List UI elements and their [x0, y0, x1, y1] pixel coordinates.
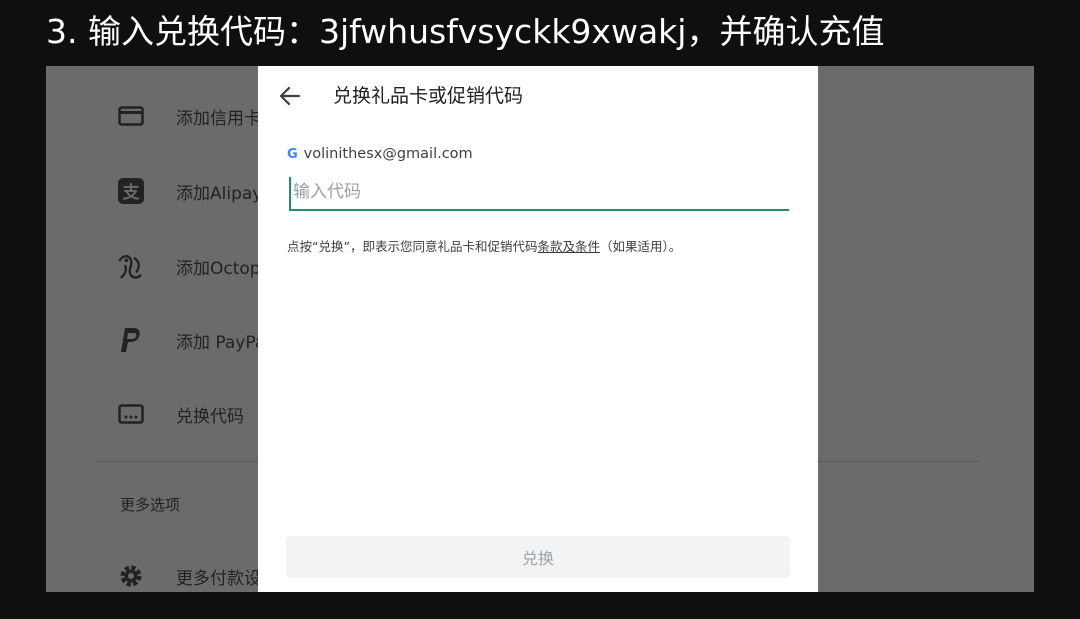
dialog-title: 兑换礼品卡或促销代码 — [333, 85, 524, 107]
menu-item-more-payment-settings[interactable]: 更多付款设置 — [116, 556, 278, 592]
svg-text:支: 支 — [123, 182, 141, 203]
back-button[interactable] — [276, 82, 304, 110]
menu-item-label: 添加 PayPal — [176, 332, 270, 353]
section-title-more-options: 更多选项 — [120, 496, 181, 514]
menu-item-add-alipay[interactable]: 支 添加Alipay — [116, 171, 262, 211]
menu-item-label: 添加信用卡 — [176, 108, 261, 129]
credit-card-icon — [116, 101, 146, 131]
menu-item-label: 添加Alipay — [176, 183, 263, 204]
terms-prefix: 点按“兑换”，即表示您同意礼品卡和促销代码 — [287, 239, 538, 254]
arrow-back-icon — [279, 86, 301, 106]
octopus-icon — [116, 251, 146, 281]
gear-icon — [116, 561, 146, 591]
google-icon: G — [287, 146, 298, 162]
account-email: volinithesx@gmail.com — [303, 146, 473, 162]
account-row: G volinithesx@gmail.com — [287, 146, 473, 162]
menu-item-redeem-code[interactable]: 兑换代码 — [116, 394, 244, 434]
terms-link[interactable]: 条款及条件 — [537, 239, 600, 254]
menu-item-add-octopus[interactable]: 添加Octopus — [116, 246, 280, 286]
redeem-code-icon — [116, 399, 146, 429]
redeem-code-dialog: 兑换礼品卡或促销代码 G volinithesx@gmail.com 点按“兑换… — [258, 66, 818, 592]
alipay-icon: 支 — [116, 176, 146, 206]
menu-item-add-credit-card[interactable]: 添加信用卡 — [116, 96, 261, 136]
terms-suffix: （如果适用）。 — [599, 239, 682, 254]
redeem-code-input[interactable] — [289, 177, 789, 211]
menu-item-label: 兑换代码 — [176, 406, 244, 427]
paypal-icon — [116, 325, 146, 355]
menu-item-add-paypal[interactable]: 添加 PayPal — [116, 320, 270, 360]
terms-text: 点按“兑换”，即表示您同意礼品卡和促销代码条款及条件（如果适用）。 — [287, 236, 681, 255]
instruction-banner: 3. 输入兑换代码：3jfwhusfvsyckk9xwakj，并确认充值 — [46, 12, 885, 51]
redeem-button[interactable]: 兑换 — [286, 536, 790, 578]
